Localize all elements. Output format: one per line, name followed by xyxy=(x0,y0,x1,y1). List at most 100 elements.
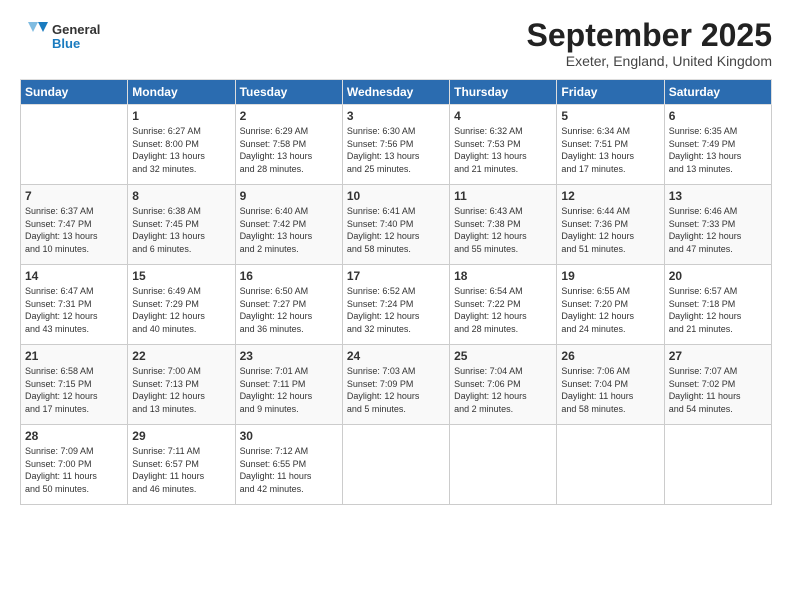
day-info: Sunrise: 6:38 AM Sunset: 7:45 PM Dayligh… xyxy=(132,205,230,255)
day-info: Sunrise: 6:29 AM Sunset: 7:58 PM Dayligh… xyxy=(240,125,338,175)
day-cell-4-1: 29 Sunrise: 7:11 AM Sunset: 6:57 PM Dayli… xyxy=(128,425,235,505)
day-info: Sunrise: 7:00 AM Sunset: 7:13 PM Dayligh… xyxy=(132,365,230,415)
week-row-5: 28 Sunrise: 7:09 AM Sunset: 7:00 PM Dayli… xyxy=(21,425,772,505)
day-cell-3-4: 25 Sunrise: 7:04 AM Sunset: 7:06 PM Dayli… xyxy=(450,345,557,425)
logo: General Blue xyxy=(20,18,130,54)
svg-text:General: General xyxy=(52,22,100,37)
day-cell-0-3: 3 Sunrise: 6:30 AM Sunset: 7:56 PM Daylig… xyxy=(342,105,449,185)
day-info: Sunrise: 6:32 AM Sunset: 7:53 PM Dayligh… xyxy=(454,125,552,175)
day-cell-3-3: 24Sunrise: 7:03 AM Sunset: 7:09 PM Dayli… xyxy=(342,345,449,425)
weekday-header-saturday: Saturday xyxy=(664,80,771,105)
month-title: September 2025 xyxy=(527,18,772,53)
day-cell-0-2: 2 Sunrise: 6:29 AM Sunset: 7:58 PM Daylig… xyxy=(235,105,342,185)
day-cell-2-0: 14 Sunrise: 6:47 AM Sunset: 7:31 PM Dayli… xyxy=(21,265,128,345)
day-cell-4-4 xyxy=(450,425,557,505)
header: General Blue September 2025 Exeter, Engl… xyxy=(20,18,772,69)
day-number: 17 xyxy=(347,269,445,283)
day-number: 6 xyxy=(669,109,767,123)
day-number: 19 xyxy=(561,269,659,283)
logo-svg: General Blue xyxy=(20,18,130,54)
day-cell-1-4: 11 Sunrise: 6:43 AM Sunset: 7:38 PM Dayli… xyxy=(450,185,557,265)
day-number: 25 xyxy=(454,349,552,363)
day-info: Sunrise: 7:03 AM Sunset: 7:09 PM Dayligh… xyxy=(347,365,445,415)
day-cell-1-3: 10Sunrise: 6:41 AM Sunset: 7:40 PM Dayli… xyxy=(342,185,449,265)
weekday-header-tuesday: Tuesday xyxy=(235,80,342,105)
day-info: Sunrise: 6:55 AM Sunset: 7:20 PM Dayligh… xyxy=(561,285,659,335)
day-number: 30 xyxy=(240,429,338,443)
day-cell-1-1: 8 Sunrise: 6:38 AM Sunset: 7:45 PM Daylig… xyxy=(128,185,235,265)
weekday-header-monday: Monday xyxy=(128,80,235,105)
calendar-page: General Blue September 2025 Exeter, Engl… xyxy=(0,0,792,515)
day-number: 12 xyxy=(561,189,659,203)
day-number: 5 xyxy=(561,109,659,123)
day-info: Sunrise: 6:30 AM Sunset: 7:56 PM Dayligh… xyxy=(347,125,445,175)
day-number: 29 xyxy=(132,429,230,443)
day-cell-0-4: 4 Sunrise: 6:32 AM Sunset: 7:53 PM Daylig… xyxy=(450,105,557,185)
day-number: 23 xyxy=(240,349,338,363)
day-cell-3-0: 21 Sunrise: 6:58 AM Sunset: 7:15 PM Dayli… xyxy=(21,345,128,425)
day-cell-2-2: 16Sunrise: 6:50 AM Sunset: 7:27 PM Dayli… xyxy=(235,265,342,345)
day-number: 28 xyxy=(25,429,123,443)
day-number: 22 xyxy=(132,349,230,363)
day-info: Sunrise: 7:11 AM Sunset: 6:57 PM Dayligh… xyxy=(132,445,230,495)
weekday-header-row: SundayMondayTuesdayWednesdayThursdayFrid… xyxy=(21,80,772,105)
day-info: Sunrise: 6:43 AM Sunset: 7:38 PM Dayligh… xyxy=(454,205,552,255)
title-area: September 2025 Exeter, England, United K… xyxy=(527,18,772,69)
day-info: Sunrise: 6:58 AM Sunset: 7:15 PM Dayligh… xyxy=(25,365,123,415)
day-info: Sunrise: 6:49 AM Sunset: 7:29 PM Dayligh… xyxy=(132,285,230,335)
week-row-2: 7Sunrise: 6:37 AM Sunset: 7:47 PM Daylig… xyxy=(21,185,772,265)
day-info: Sunrise: 6:41 AM Sunset: 7:40 PM Dayligh… xyxy=(347,205,445,255)
day-number: 4 xyxy=(454,109,552,123)
day-number: 14 xyxy=(25,269,123,283)
week-row-3: 14 Sunrise: 6:47 AM Sunset: 7:31 PM Dayli… xyxy=(21,265,772,345)
day-info: Sunrise: 7:09 AM Sunset: 7:00 PM Dayligh… xyxy=(25,445,123,495)
day-number: 20 xyxy=(669,269,767,283)
day-number: 27 xyxy=(669,349,767,363)
day-cell-2-1: 15 Sunrise: 6:49 AM Sunset: 7:29 PM Dayli… xyxy=(128,265,235,345)
day-cell-1-5: 12 Sunrise: 6:44 AM Sunset: 7:36 PM Dayli… xyxy=(557,185,664,265)
day-number: 16 xyxy=(240,269,338,283)
day-cell-4-2: 30 Sunrise: 7:12 AM Sunset: 6:55 PM Dayli… xyxy=(235,425,342,505)
day-cell-0-6: 6 Sunrise: 6:35 AM Sunset: 7:49 PM Daylig… xyxy=(664,105,771,185)
day-number: 13 xyxy=(669,189,767,203)
day-info: Sunrise: 6:47 AM Sunset: 7:31 PM Dayligh… xyxy=(25,285,123,335)
day-number: 8 xyxy=(132,189,230,203)
day-number: 26 xyxy=(561,349,659,363)
day-number: 2 xyxy=(240,109,338,123)
day-number: 7 xyxy=(25,189,123,203)
day-cell-3-5: 26 Sunrise: 7:06 AM Sunset: 7:04 PM Dayli… xyxy=(557,345,664,425)
day-cell-1-0: 7Sunrise: 6:37 AM Sunset: 7:47 PM Daylig… xyxy=(21,185,128,265)
subtitle: Exeter, England, United Kingdom xyxy=(527,53,772,69)
day-info: Sunrise: 6:46 AM Sunset: 7:33 PM Dayligh… xyxy=(669,205,767,255)
svg-text:Blue: Blue xyxy=(52,36,80,51)
weekday-header-thursday: Thursday xyxy=(450,80,557,105)
day-cell-1-2: 9 Sunrise: 6:40 AM Sunset: 7:42 PM Daylig… xyxy=(235,185,342,265)
day-cell-4-6 xyxy=(664,425,771,505)
day-number: 11 xyxy=(454,189,552,203)
day-info: Sunrise: 7:12 AM Sunset: 6:55 PM Dayligh… xyxy=(240,445,338,495)
day-info: Sunrise: 7:01 AM Sunset: 7:11 PM Dayligh… xyxy=(240,365,338,415)
day-number: 15 xyxy=(132,269,230,283)
day-info: Sunrise: 7:04 AM Sunset: 7:06 PM Dayligh… xyxy=(454,365,552,415)
day-number: 3 xyxy=(347,109,445,123)
week-row-4: 21 Sunrise: 6:58 AM Sunset: 7:15 PM Dayli… xyxy=(21,345,772,425)
day-info: Sunrise: 6:44 AM Sunset: 7:36 PM Dayligh… xyxy=(561,205,659,255)
day-number: 9 xyxy=(240,189,338,203)
weekday-header-wednesday: Wednesday xyxy=(342,80,449,105)
day-cell-4-5 xyxy=(557,425,664,505)
day-cell-2-6: 20 Sunrise: 6:57 AM Sunset: 7:18 PM Dayli… xyxy=(664,265,771,345)
day-cell-0-5: 5Sunrise: 6:34 AM Sunset: 7:51 PM Daylig… xyxy=(557,105,664,185)
day-info: Sunrise: 6:57 AM Sunset: 7:18 PM Dayligh… xyxy=(669,285,767,335)
day-info: Sunrise: 7:06 AM Sunset: 7:04 PM Dayligh… xyxy=(561,365,659,415)
day-cell-0-1: 1Sunrise: 6:27 AM Sunset: 8:00 PM Daylig… xyxy=(128,105,235,185)
day-info: Sunrise: 6:35 AM Sunset: 7:49 PM Dayligh… xyxy=(669,125,767,175)
calendar-table: SundayMondayTuesdayWednesdayThursdayFrid… xyxy=(20,79,772,505)
day-info: Sunrise: 6:27 AM Sunset: 8:00 PM Dayligh… xyxy=(132,125,230,175)
day-cell-0-0 xyxy=(21,105,128,185)
day-info: Sunrise: 6:52 AM Sunset: 7:24 PM Dayligh… xyxy=(347,285,445,335)
day-cell-3-2: 23 Sunrise: 7:01 AM Sunset: 7:11 PM Dayli… xyxy=(235,345,342,425)
day-cell-2-4: 18Sunrise: 6:54 AM Sunset: 7:22 PM Dayli… xyxy=(450,265,557,345)
day-info: Sunrise: 6:40 AM Sunset: 7:42 PM Dayligh… xyxy=(240,205,338,255)
day-cell-2-5: 19 Sunrise: 6:55 AM Sunset: 7:20 PM Dayli… xyxy=(557,265,664,345)
day-number: 21 xyxy=(25,349,123,363)
